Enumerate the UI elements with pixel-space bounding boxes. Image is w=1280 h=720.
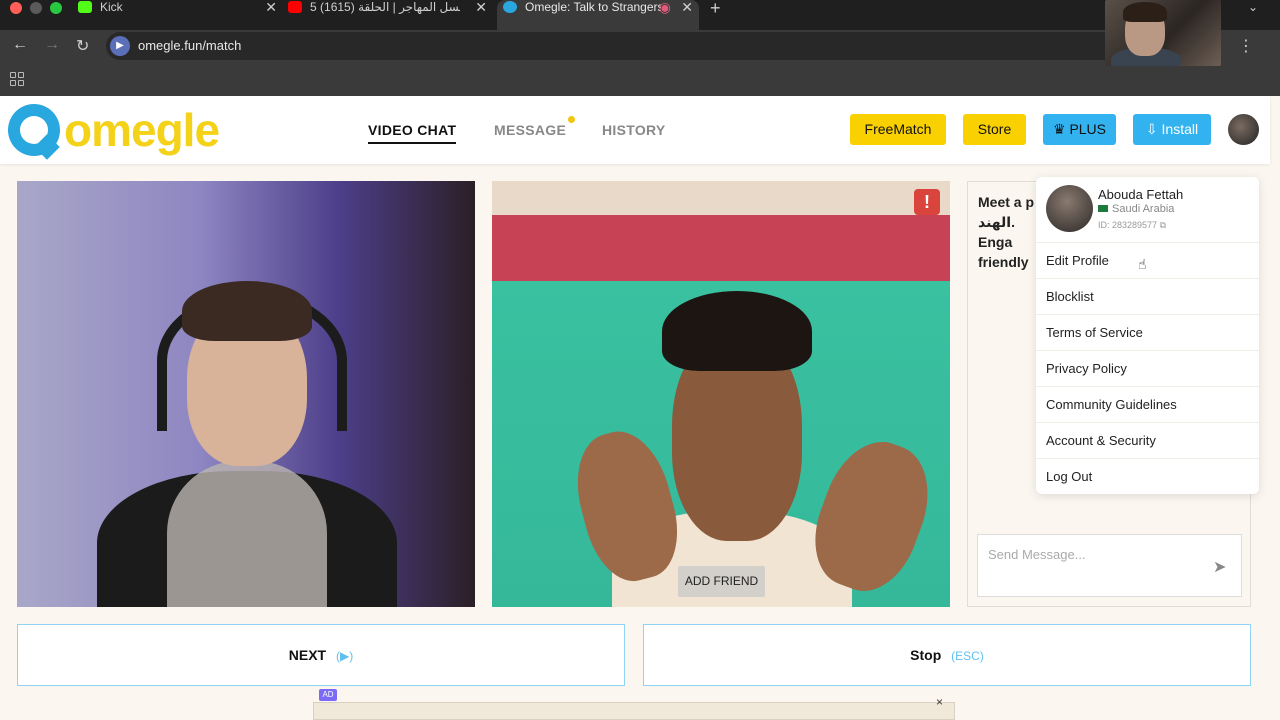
store-button[interactable]: Store (963, 114, 1026, 145)
crown-icon: ♛ (1052, 121, 1066, 137)
local-video (17, 181, 475, 607)
install-label: Install (1161, 121, 1199, 137)
plus-button[interactable]: ♛ PLUS (1043, 114, 1116, 145)
browser-tab-omegle[interactable]: Omegle: Talk to Strangers ◉ ✕ (497, 0, 699, 30)
profile-name: Abouda Fettah (1098, 187, 1184, 202)
add-friend-button[interactable]: ADD FRIEND (678, 566, 765, 597)
notification-dot (568, 116, 575, 123)
forward-icon[interactable]: → (44, 36, 60, 54)
menu-community-guidelines[interactable]: Community Guidelines (1036, 386, 1259, 422)
menu-edit-profile[interactable]: Edit Profile (1036, 242, 1259, 278)
stop-hint: (ESC) (951, 649, 984, 663)
ad-banner[interactable] (313, 702, 955, 720)
remote-video: ! ADD FRIEND (492, 181, 950, 607)
message-placeholder: Send Message... (988, 547, 1086, 562)
profile-avatar (1046, 185, 1093, 232)
site-header: omegle VIDEO CHAT MESSAGE HISTORY FreeMa… (0, 96, 1270, 164)
plus-label: PLUS (1069, 121, 1107, 137)
chat-intro-text: Meet a p الهند. Enga friendly (978, 194, 1035, 270)
reload-icon[interactable]: ↻ (76, 36, 89, 56)
tab-label: Kick (100, 0, 123, 14)
freematch-button[interactable]: FreeMatch (850, 114, 946, 145)
browser-tab-kick[interactable]: Kick ✕ (78, 0, 283, 30)
close-icon[interactable]: ✕ (681, 0, 693, 14)
browser-tab-youtube[interactable]: مسلسل المهاجر | الحلقة (1615) 5 ✕ (288, 0, 493, 30)
flag-icon (1098, 205, 1108, 212)
back-icon[interactable]: ← (12, 36, 28, 54)
next-hint: (▶) (336, 649, 354, 663)
close-icon[interactable]: ✕ (265, 0, 277, 14)
address-bar: ← → ↻ ▶ omegle.fun/match ⋮ (0, 30, 1280, 62)
tab-label: مسلسل المهاجر | الحلقة (1615) 5 (310, 0, 460, 14)
recording-icon: ◉ (658, 0, 671, 15)
profile-dropdown: Abouda Fettah Saudi Arabia ID: 283289577… (1036, 177, 1259, 494)
apps-grid-icon[interactable] (10, 72, 24, 86)
menu-account-security[interactable]: Account & Security (1036, 422, 1259, 458)
profile-country: Saudi Arabia (1098, 203, 1174, 215)
window-zoom-button[interactable] (50, 2, 62, 14)
hand-cursor-icon: ☝ (1138, 256, 1147, 272)
streamer-webcam-overlay (1105, 0, 1221, 66)
chat-bubble-icon (8, 104, 60, 156)
kick-icon (78, 1, 92, 13)
window-close-button[interactable] (10, 2, 22, 14)
ad-close-icon[interactable]: × (936, 695, 943, 709)
browser-tab-bar: Kick ✕ مسلسل المهاجر | الحلقة (1615) 5 ✕… (0, 0, 1280, 30)
nav-history[interactable]: HISTORY (602, 122, 666, 138)
message-input[interactable]: Send Message... ➤ (977, 534, 1242, 597)
menu-terms-of-service[interactable]: Terms of Service (1036, 314, 1259, 350)
camera-icon[interactable]: ▶ (110, 36, 130, 56)
tab-search-icon[interactable]: ⌄ (1248, 0, 1258, 14)
menu-blocklist[interactable]: Blocklist (1036, 278, 1259, 314)
url-field[interactable]: ▶ omegle.fun/match (106, 32, 1146, 60)
nav-video-chat[interactable]: VIDEO CHAT (368, 122, 457, 144)
omegle-icon (503, 1, 517, 13)
send-icon[interactable]: ➤ (1213, 557, 1231, 576)
omegle-logo[interactable]: omegle (8, 104, 220, 156)
browser-menu-icon[interactable]: ⋮ (1238, 36, 1254, 56)
new-tab-button[interactable]: + (710, 0, 721, 19)
bookmarks-bar (0, 62, 1280, 96)
window-minimize-button[interactable] (30, 2, 42, 14)
nav-message[interactable]: MESSAGE (494, 122, 566, 138)
profile-id[interactable]: ID: 283289577 ⧉ (1098, 220, 1166, 231)
install-button[interactable]: ⇩ Install (1133, 114, 1211, 145)
ad-badge: AD (319, 689, 337, 701)
user-avatar[interactable] (1228, 114, 1259, 145)
stop-label: Stop (910, 647, 942, 663)
stop-button[interactable]: Stop (ESC) (643, 624, 1251, 686)
logo-text: omegle (64, 104, 220, 156)
menu-privacy-policy[interactable]: Privacy Policy (1036, 350, 1259, 386)
menu-log-out[interactable]: Log Out (1036, 458, 1259, 494)
download-icon: ⇩ (1145, 121, 1158, 137)
tab-label: Omegle: Talk to Strangers (525, 0, 661, 14)
next-button[interactable]: NEXT (▶) (17, 624, 625, 686)
youtube-icon (288, 1, 302, 13)
next-label: NEXT (288, 647, 327, 663)
url-text: omegle.fun/match (138, 38, 242, 53)
copy-icon[interactable]: ⧉ (1160, 220, 1166, 230)
report-button[interactable]: ! (914, 189, 940, 215)
close-icon[interactable]: ✕ (475, 0, 487, 14)
